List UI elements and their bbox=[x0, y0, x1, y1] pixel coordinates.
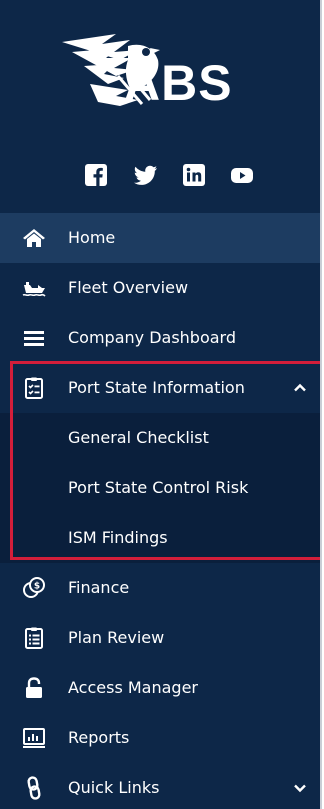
checklist-icon bbox=[22, 376, 46, 400]
clipboard-icon bbox=[22, 626, 46, 650]
menu-item-fleet-overview[interactable]: Fleet Overview bbox=[0, 263, 320, 313]
home-icon bbox=[22, 226, 46, 250]
menu-item-label: Reports bbox=[68, 728, 130, 747]
submenu-item-ism-findings[interactable]: ISM Findings bbox=[0, 513, 320, 563]
youtube-icon[interactable] bbox=[230, 163, 254, 187]
linkedin-icon[interactable] bbox=[182, 163, 206, 187]
brand-name: ABS bbox=[124, 55, 233, 111]
twitter-icon[interactable] bbox=[134, 163, 158, 187]
abs-logo[interactable]: ABS bbox=[58, 30, 258, 116]
chevron-up-icon[interactable] bbox=[292, 380, 308, 396]
menu-item-label: Company Dashboard bbox=[68, 328, 237, 347]
list-icon bbox=[22, 326, 46, 350]
menu-item-label: Port State Information bbox=[68, 378, 245, 397]
menu-item-label: Access Manager bbox=[68, 678, 198, 697]
submenu-item-label: Port State Control Risk bbox=[68, 478, 249, 497]
link-icon bbox=[22, 776, 46, 800]
ship-icon bbox=[22, 276, 46, 300]
svg-text:$: $ bbox=[34, 582, 40, 592]
chevron-down-icon[interactable] bbox=[292, 780, 308, 796]
facebook-icon[interactable] bbox=[84, 163, 108, 187]
submenu-item-port-state-control-risk[interactable]: Port State Control Risk bbox=[0, 463, 320, 513]
social-links bbox=[84, 163, 254, 191]
menu-item-plan-review[interactable]: Plan Review bbox=[0, 613, 320, 663]
menu-item-label: Plan Review bbox=[68, 628, 165, 647]
main-menu: Home Fleet Overview Company Dashboard Po… bbox=[0, 213, 320, 809]
submenu-item-general-checklist[interactable]: General Checklist bbox=[0, 413, 320, 463]
menu-item-label: Quick Links bbox=[68, 778, 160, 797]
menu-item-label: Finance bbox=[68, 578, 130, 597]
menu-item-reports[interactable]: Reports bbox=[0, 713, 320, 763]
submenu-item-label: General Checklist bbox=[68, 428, 209, 447]
coins-icon: $ bbox=[22, 576, 46, 600]
menu-item-company-dashboard[interactable]: Company Dashboard bbox=[0, 313, 320, 363]
menu-item-home[interactable]: Home bbox=[0, 213, 320, 263]
submenu-item-label: ISM Findings bbox=[68, 528, 168, 547]
menu-item-finance[interactable]: $ Finance bbox=[0, 563, 320, 613]
menu-item-label: Fleet Overview bbox=[68, 278, 189, 297]
sidebar: ABS Home Fleet Overview Company Dashboar… bbox=[0, 0, 322, 809]
menu-item-access-manager[interactable]: Access Manager bbox=[0, 663, 320, 713]
lock-icon bbox=[22, 676, 46, 700]
menu-item-label: Home bbox=[68, 228, 116, 247]
port-state-submenu: General Checklist Port State Control Ris… bbox=[0, 413, 320, 563]
menu-item-port-state-information[interactable]: Port State Information bbox=[0, 363, 320, 413]
menu-item-quick-links[interactable]: Quick Links bbox=[0, 763, 320, 809]
chart-icon bbox=[22, 726, 46, 750]
